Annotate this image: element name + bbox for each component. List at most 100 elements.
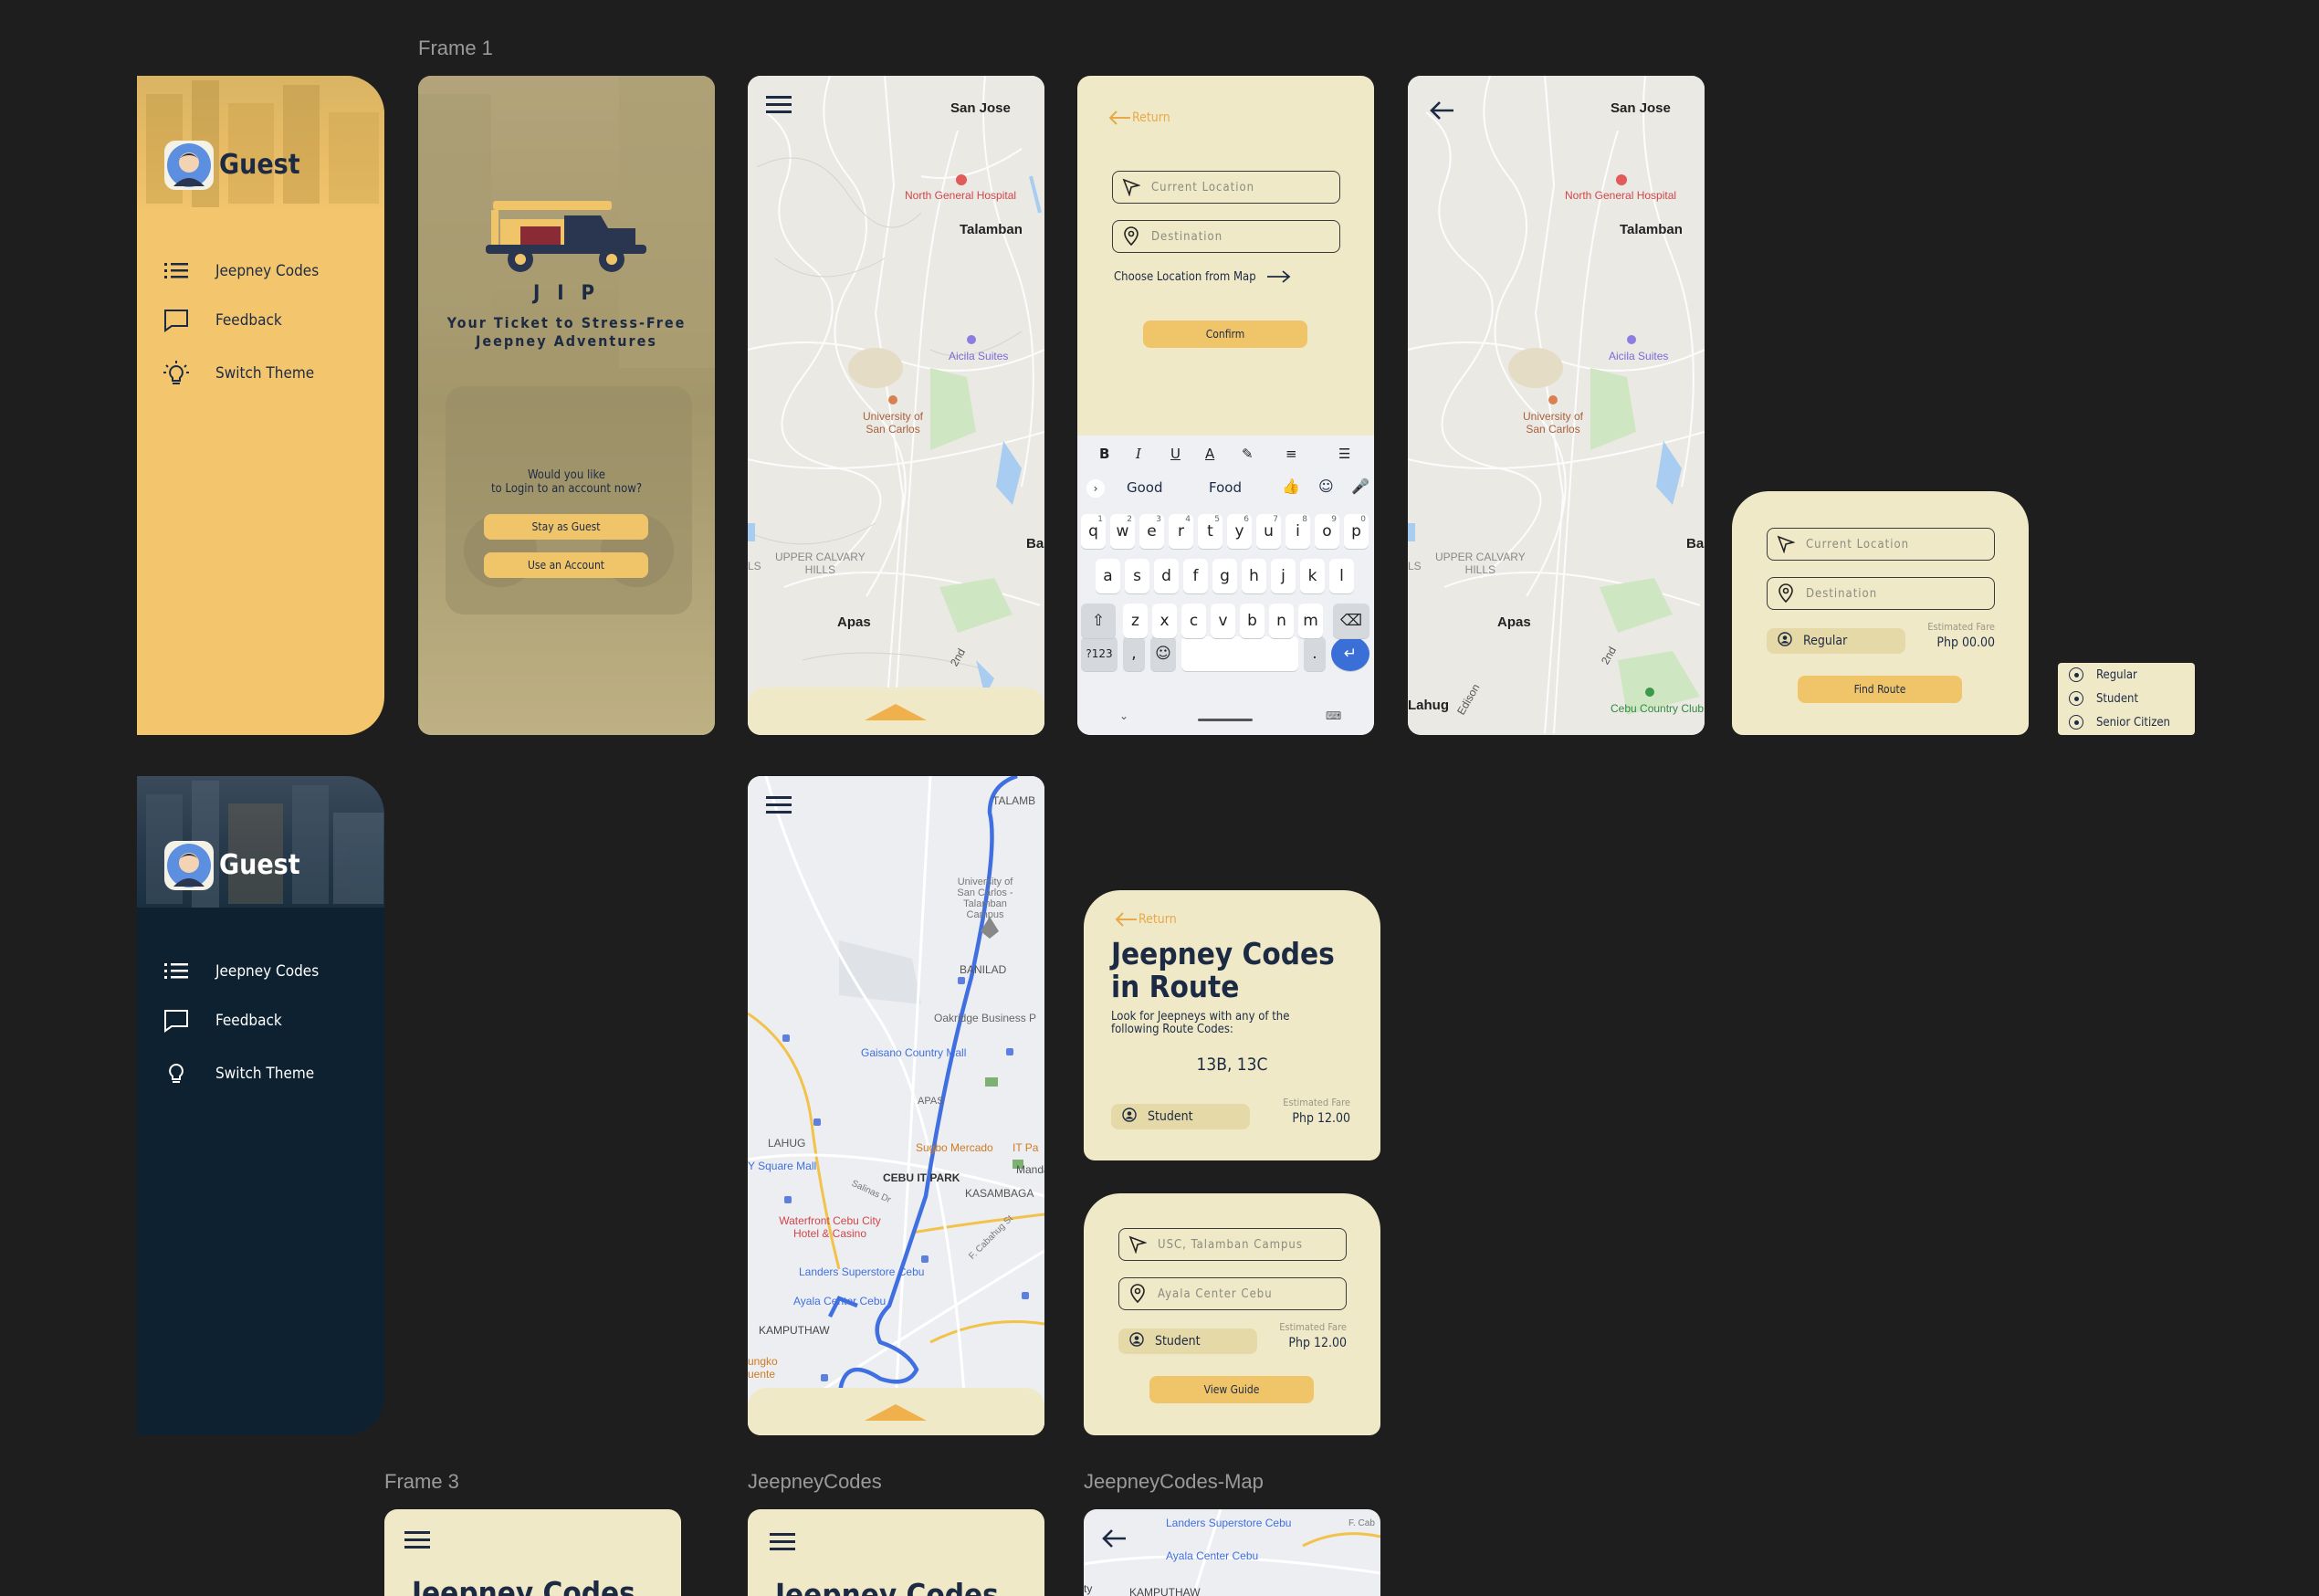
key-number-hint: 5	[1214, 515, 1220, 524]
map-view[interactable]: San Jose North General Hospital Talamban…	[748, 76, 1044, 735]
bottom-sheet-handle[interactable]	[748, 1388, 1044, 1435]
key-k[interactable]: k	[1300, 559, 1325, 593]
key-x[interactable]: x	[1152, 604, 1177, 638]
underline-icon[interactable]: U	[1170, 446, 1180, 462]
stay-as-guest-button[interactable]: Stay as Guest	[484, 514, 648, 540]
destination-input[interactable]: Ayala Center Cebu	[1118, 1277, 1347, 1310]
key-y[interactable]: y6	[1227, 514, 1252, 549]
option-student[interactable]: Student	[2069, 687, 2138, 710]
drawer-item-switch-theme[interactable]: Switch Theme	[137, 355, 384, 392]
keyboard-collapse-icon[interactable]: ⌄	[1119, 709, 1128, 722]
key-t[interactable]: t5	[1198, 514, 1222, 549]
key-emoji[interactable]: ☺	[1150, 636, 1176, 671]
highlight-icon[interactable]: ✎	[1242, 446, 1254, 462]
key-period[interactable]: .	[1304, 636, 1326, 671]
soft-keyboard[interactable]: B I U A ✎ ≡ ☰ › Good Food 👍 ☺ 🎤 ?123 , ☺…	[1077, 436, 1374, 735]
hamburger-menu-icon[interactable]	[766, 794, 792, 820]
arrow-left-icon	[1108, 110, 1130, 125]
bold-icon[interactable]: B	[1099, 446, 1109, 462]
map-view[interactable]: San Jose North General Hospital Talamban…	[1408, 76, 1705, 735]
drawer-item-switch-theme[interactable]: Switch Theme	[137, 1055, 384, 1092]
route-map-view[interactable]: TALAMB University of San Carlos - Talamb…	[748, 776, 1044, 1435]
back-arrow-icon[interactable]	[1428, 100, 1455, 125]
destination-input[interactable]: Destination	[1112, 220, 1340, 253]
passenger-type-select[interactable]: Student	[1111, 1104, 1250, 1129]
key-e[interactable]: e3	[1139, 514, 1164, 549]
codes-subtitle-line1: Look for Jeepneys with any of the	[1111, 1010, 1290, 1024]
key-c[interactable]: c	[1181, 604, 1206, 638]
chevron-right-icon[interactable]: ›	[1086, 479, 1105, 498]
map-poi-country-club: Cebu Country Club	[1611, 702, 1705, 715]
map-label-san-jose: San Jose	[1611, 100, 1671, 116]
suggestion-2[interactable]: Food	[1209, 479, 1242, 496]
key-space[interactable]	[1181, 636, 1298, 671]
find-route-button[interactable]: Find Route	[1798, 676, 1962, 703]
option-regular[interactable]: Regular	[2069, 663, 2137, 687]
key-b[interactable]: b	[1240, 604, 1264, 638]
italic-icon[interactable]: I	[1136, 446, 1141, 462]
bottom-sheet-handle[interactable]	[748, 688, 1044, 735]
view-guide-button[interactable]: View Guide	[1149, 1376, 1314, 1403]
key-label: j	[1281, 567, 1285, 585]
key-m[interactable]: m	[1298, 604, 1323, 638]
key-s[interactable]: s	[1125, 559, 1149, 593]
passenger-type-select[interactable]: Regular	[1767, 628, 1905, 654]
key-f[interactable]: f	[1183, 559, 1208, 593]
emoji-icon[interactable]: ☺	[1318, 478, 1334, 495]
key-o[interactable]: o9	[1315, 514, 1339, 549]
suggestion-1[interactable]: Good	[1127, 479, 1163, 496]
key-z[interactable]: z	[1123, 604, 1148, 638]
hamburger-menu-icon[interactable]	[404, 1529, 430, 1555]
destination-input[interactable]: Destination	[1767, 577, 1995, 610]
login-question-line2: to Login to an account now?	[490, 482, 643, 496]
hamburger-menu-icon[interactable]	[770, 1531, 795, 1557]
return-link[interactable]: Return	[1113, 910, 1177, 929]
key-i[interactable]: i8	[1285, 514, 1310, 549]
origin-input[interactable]: USC, Talamban Campus	[1118, 1228, 1347, 1261]
back-arrow-icon[interactable]	[1100, 1528, 1128, 1553]
key-w[interactable]: w2	[1110, 514, 1135, 549]
passenger-type-select[interactable]: Student	[1118, 1328, 1257, 1354]
key-l[interactable]: l	[1329, 559, 1354, 593]
microphone-icon[interactable]: 🎤	[1351, 478, 1369, 495]
confirm-button[interactable]: Confirm	[1143, 320, 1307, 348]
key-j[interactable]: j	[1271, 559, 1296, 593]
text-color-icon[interactable]: A	[1205, 446, 1214, 462]
key-enter[interactable]: ↵	[1331, 636, 1369, 671]
drawer-item-jeepney-codes[interactable]: Jeepney Codes	[137, 953, 384, 990]
use-account-button[interactable]: Use an Account	[484, 552, 648, 578]
key-symbols[interactable]: ?123	[1081, 636, 1118, 671]
key-a[interactable]: a	[1096, 559, 1120, 593]
shift-icon[interactable]: ⇧	[1081, 604, 1116, 638]
key-h[interactable]: h	[1242, 559, 1266, 593]
codes-title-line2: in Route	[1111, 969, 1240, 1004]
avatar[interactable]	[164, 841, 214, 890]
current-location-input[interactable]: Current Location	[1112, 171, 1340, 204]
avatar[interactable]	[164, 141, 214, 190]
return-link[interactable]: Return	[1107, 109, 1170, 127]
gesture-bar	[1198, 719, 1253, 721]
key-d[interactable]: d	[1154, 559, 1179, 593]
drawer-item-jeepney-codes[interactable]: Jeepney Codes	[137, 253, 384, 289]
drawer-item-feedback[interactable]: Feedback	[137, 1003, 384, 1039]
key-q[interactable]: q1	[1081, 514, 1106, 549]
align-icon[interactable]: ≡	[1285, 446, 1297, 462]
drawer-item-feedback[interactable]: Feedback	[137, 302, 384, 339]
option-senior-citizen[interactable]: Senior Citizen	[2069, 710, 2170, 734]
key-p[interactable]: p0	[1344, 514, 1369, 549]
bullet-list-icon[interactable]: ☰	[1338, 446, 1350, 462]
codes-subtitle: Look for Jeepneys with any of the follow…	[1111, 1011, 1289, 1036]
key-g[interactable]: g	[1212, 559, 1237, 593]
choose-location-from-map-link[interactable]: Choose Location from Map	[1114, 269, 1293, 284]
current-location-input[interactable]: Current Location	[1767, 528, 1995, 561]
list-icon	[163, 958, 190, 985]
keyboard-switch-icon[interactable]: ⌨	[1326, 709, 1341, 722]
hamburger-menu-icon[interactable]	[766, 94, 792, 120]
key-comma[interactable]: ,	[1123, 636, 1145, 671]
key-r[interactable]: r4	[1169, 514, 1193, 549]
thumbs-up-icon[interactable]: 👍	[1282, 478, 1300, 495]
key-v[interactable]: v	[1211, 604, 1235, 638]
key-u[interactable]: u7	[1256, 514, 1281, 549]
key-n[interactable]: n	[1269, 604, 1294, 638]
backspace-icon[interactable]: ⌫	[1333, 604, 1369, 638]
